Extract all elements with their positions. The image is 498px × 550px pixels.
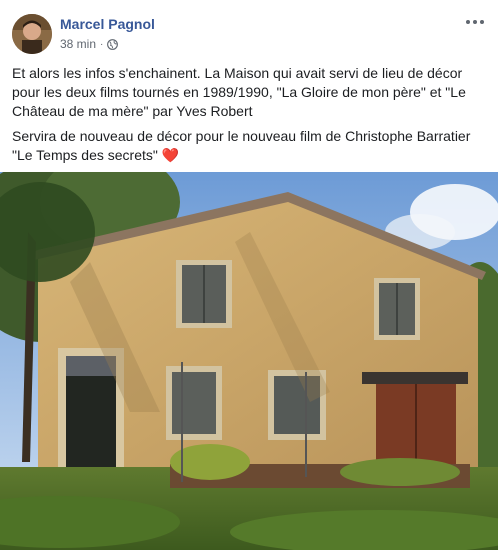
post-paragraph-text: Servira de nouveau de décor pour le nouv… — [12, 128, 471, 163]
post-time[interactable]: 38 min — [60, 37, 96, 51]
author-name[interactable]: Marcel Pagnol — [60, 16, 155, 32]
house-photo — [0, 172, 498, 550]
post-header: Marcel Pagnol 38 min · — [12, 13, 486, 55]
post-meta: 38 min · — [60, 37, 119, 51]
post-paragraph: Et alors les infos s'enchainent. La Mais… — [12, 65, 466, 119]
post-text: Et alors les infos s'enchainent. La Mais… — [12, 64, 490, 171]
post-paragraph: Servira de nouveau de décor pour le nouv… — [12, 127, 490, 165]
avatar[interactable] — [12, 14, 52, 54]
more-options-icon[interactable] — [464, 13, 486, 31]
more-dot — [480, 20, 484, 24]
meta-separator: · — [100, 38, 104, 50]
post-card: Marcel Pagnol 38 min · Et alors les info… — [0, 0, 498, 550]
heart-emoji: ❤️ — [161, 147, 180, 163]
post-photo[interactable] — [0, 172, 498, 550]
more-dot — [473, 20, 477, 24]
more-dot — [466, 20, 470, 24]
avatar-image — [12, 14, 52, 54]
globe-icon[interactable] — [107, 38, 119, 50]
